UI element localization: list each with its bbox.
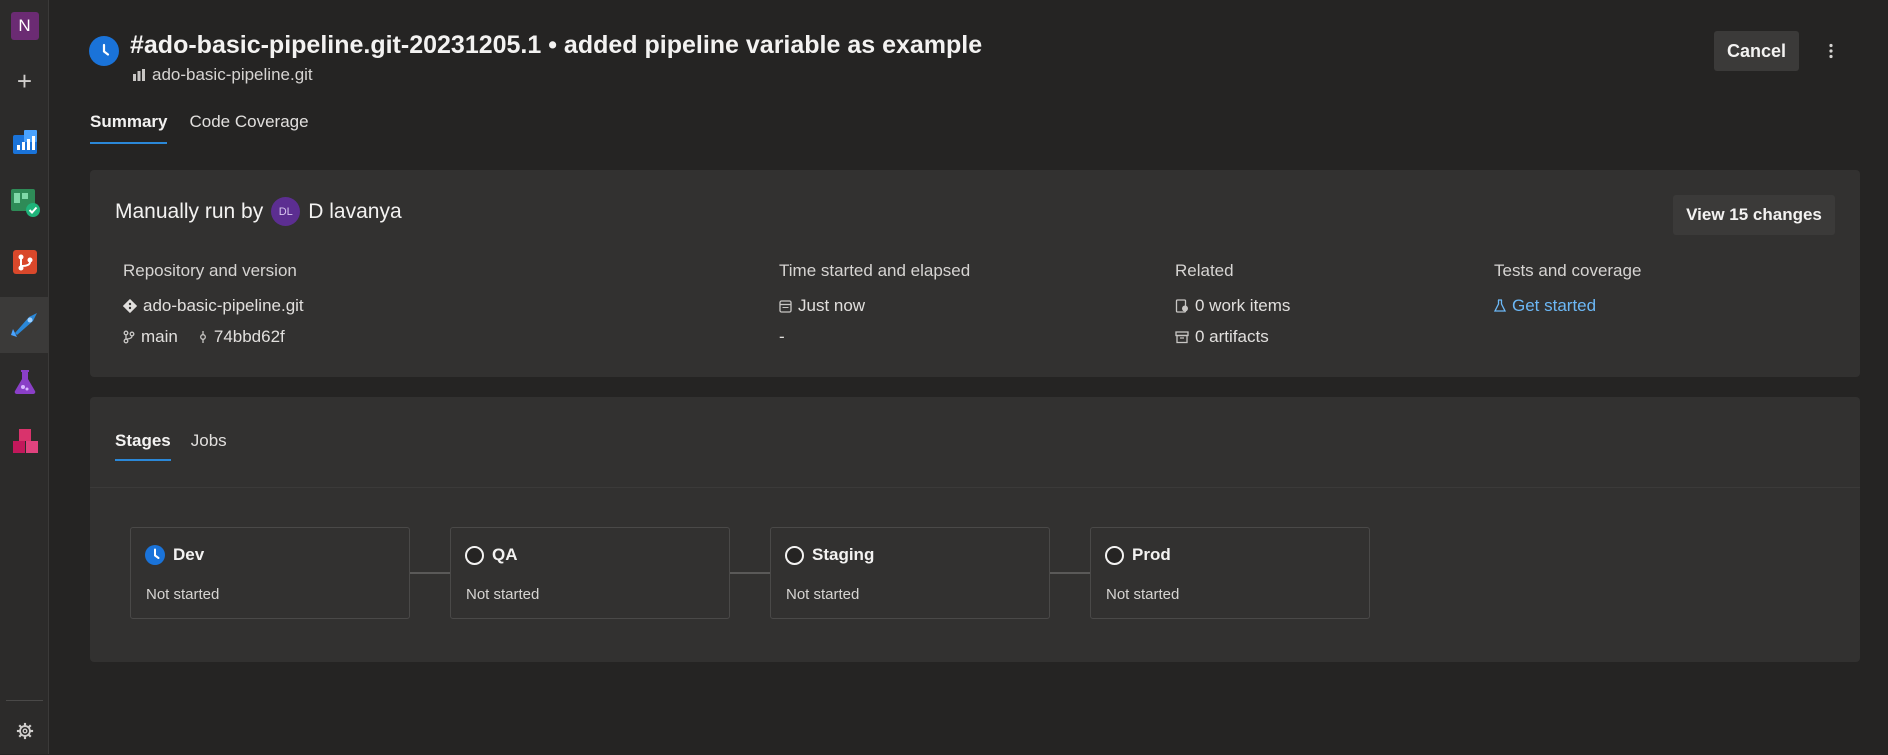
more-vertical-icon (1829, 43, 1833, 59)
time-label: Time started and elapsed (779, 261, 971, 280)
stage-prod[interactable]: Prod Not started (1090, 527, 1370, 619)
tab-code-coverage[interactable]: Code Coverage (189, 112, 308, 144)
repository-section: Repository and version ado-basic-pipelin… (123, 261, 304, 352)
branch-name[interactable]: main (141, 327, 178, 347)
run-tabs: Summary Code Coverage (90, 112, 309, 144)
pending-stage-icon (1105, 545, 1124, 565)
calendar-icon (779, 299, 792, 313)
stage-status: Not started (466, 586, 540, 603)
repository-link[interactable]: ado-basic-pipeline.git (123, 290, 304, 321)
run-repo-name: ado-basic-pipeline.git (152, 65, 313, 84)
get-started-label: Get started (1512, 295, 1597, 315)
repository-label: Repository and version (123, 261, 297, 280)
time-elapsed: - (779, 326, 785, 346)
stage-status: Not started (786, 586, 860, 603)
rail-overview[interactable] (0, 118, 49, 166)
run-repo-link[interactable]: ado-basic-pipeline.git (132, 65, 313, 85)
overview-icon (12, 130, 37, 154)
artifacts-count: 0 artifacts (1195, 326, 1269, 346)
settings-icon (16, 722, 33, 740)
pipelines-icon (10, 313, 37, 337)
tests-section: Tests and coverage Get started (1494, 261, 1641, 321)
commit-id[interactable]: 74bbd62f (214, 327, 285, 347)
work-items-link[interactable]: 0 work items (1175, 290, 1290, 321)
commit-icon (199, 330, 206, 343)
stages-tabs: Stages Jobs (115, 431, 227, 461)
new-project-button[interactable]: + (0, 57, 49, 105)
related-section: Related 0 work items 0 artifacts (1175, 261, 1290, 352)
repository-name: ado-basic-pipeline.git (143, 295, 304, 315)
rail-repos[interactable] (0, 238, 49, 286)
stage-staging[interactable]: Staging Not started (770, 527, 1050, 619)
view-changes-button[interactable]: View 15 changes (1673, 195, 1835, 235)
time-section: Time started and elapsed Just now - (779, 261, 970, 352)
stages-card: Stages Jobs Dev Not started QA Not start… (90, 397, 1860, 662)
related-label: Related (1175, 261, 1234, 280)
tab-jobs[interactable]: Jobs (191, 431, 227, 461)
get-started-link[interactable]: Get started (1494, 290, 1641, 321)
stage-name: QA (492, 545, 518, 564)
tab-stages[interactable]: Stages (115, 431, 171, 461)
git-icon (123, 298, 137, 313)
time-started: Just now (779, 290, 970, 321)
pending-stage-icon (465, 545, 484, 565)
left-nav-rail: N + (0, 0, 49, 754)
stage-name: Dev (173, 545, 205, 564)
stage-connector (410, 572, 450, 574)
run-user-name: D lavanya (308, 199, 402, 223)
stage-connector (730, 572, 770, 574)
stage-name: Prod (1132, 545, 1171, 564)
version-info: main 74bbd62f (123, 321, 304, 352)
more-actions-button[interactable] (1818, 38, 1844, 64)
boards-icon (10, 189, 40, 217)
stage-connector (1050, 572, 1090, 574)
artifacts-icon (12, 429, 38, 453)
rail-pipelines[interactable] (0, 297, 49, 353)
artifact-box-icon (1175, 330, 1189, 343)
beaker-icon (1494, 298, 1506, 312)
rail-artifacts[interactable] (0, 418, 49, 466)
repo-icon (133, 69, 145, 81)
stages-divider (90, 487, 1860, 488)
stage-status: Not started (1106, 586, 1180, 603)
stage-qa[interactable]: QA Not started (450, 527, 730, 619)
rail-divider (6, 700, 43, 701)
branch-icon (123, 330, 135, 343)
stage-status: Not started (146, 586, 220, 603)
pending-stage-icon (785, 545, 804, 565)
stage-name: Staging (812, 545, 875, 564)
test-plans-icon (14, 370, 35, 395)
work-item-icon (1175, 298, 1188, 313)
artifacts-link[interactable]: 0 artifacts (1175, 321, 1290, 352)
run-title: #ado-basic-pipeline.git-20231205.1 • add… (130, 31, 983, 59)
tab-summary[interactable]: Summary (90, 112, 168, 144)
tests-label: Tests and coverage (1494, 261, 1642, 280)
rail-test-plans[interactable] (0, 358, 49, 406)
running-status-icon (89, 36, 119, 66)
repos-icon (12, 250, 37, 274)
organization-button[interactable]: N (0, 2, 49, 50)
time-started-value: Just now (798, 295, 866, 315)
organization-badge: N (10, 12, 39, 40)
project-settings-button[interactable] (0, 707, 49, 755)
avatar: DL (271, 197, 301, 226)
cancel-run-button[interactable]: Cancel (1714, 31, 1799, 71)
running-stage-icon (145, 545, 165, 565)
stage-dev[interactable]: Dev Not started (130, 527, 410, 619)
run-summary-card: Manually run by DL D lavanya View 15 cha… (90, 170, 1860, 377)
manual-run-prefix: Manually run by (115, 199, 264, 223)
rail-boards[interactable] (0, 178, 49, 226)
plus-icon: + (16, 66, 33, 96)
work-items-count: 0 work items (1195, 295, 1291, 315)
manual-run-info: Manually run by DL D lavanya (115, 197, 402, 226)
